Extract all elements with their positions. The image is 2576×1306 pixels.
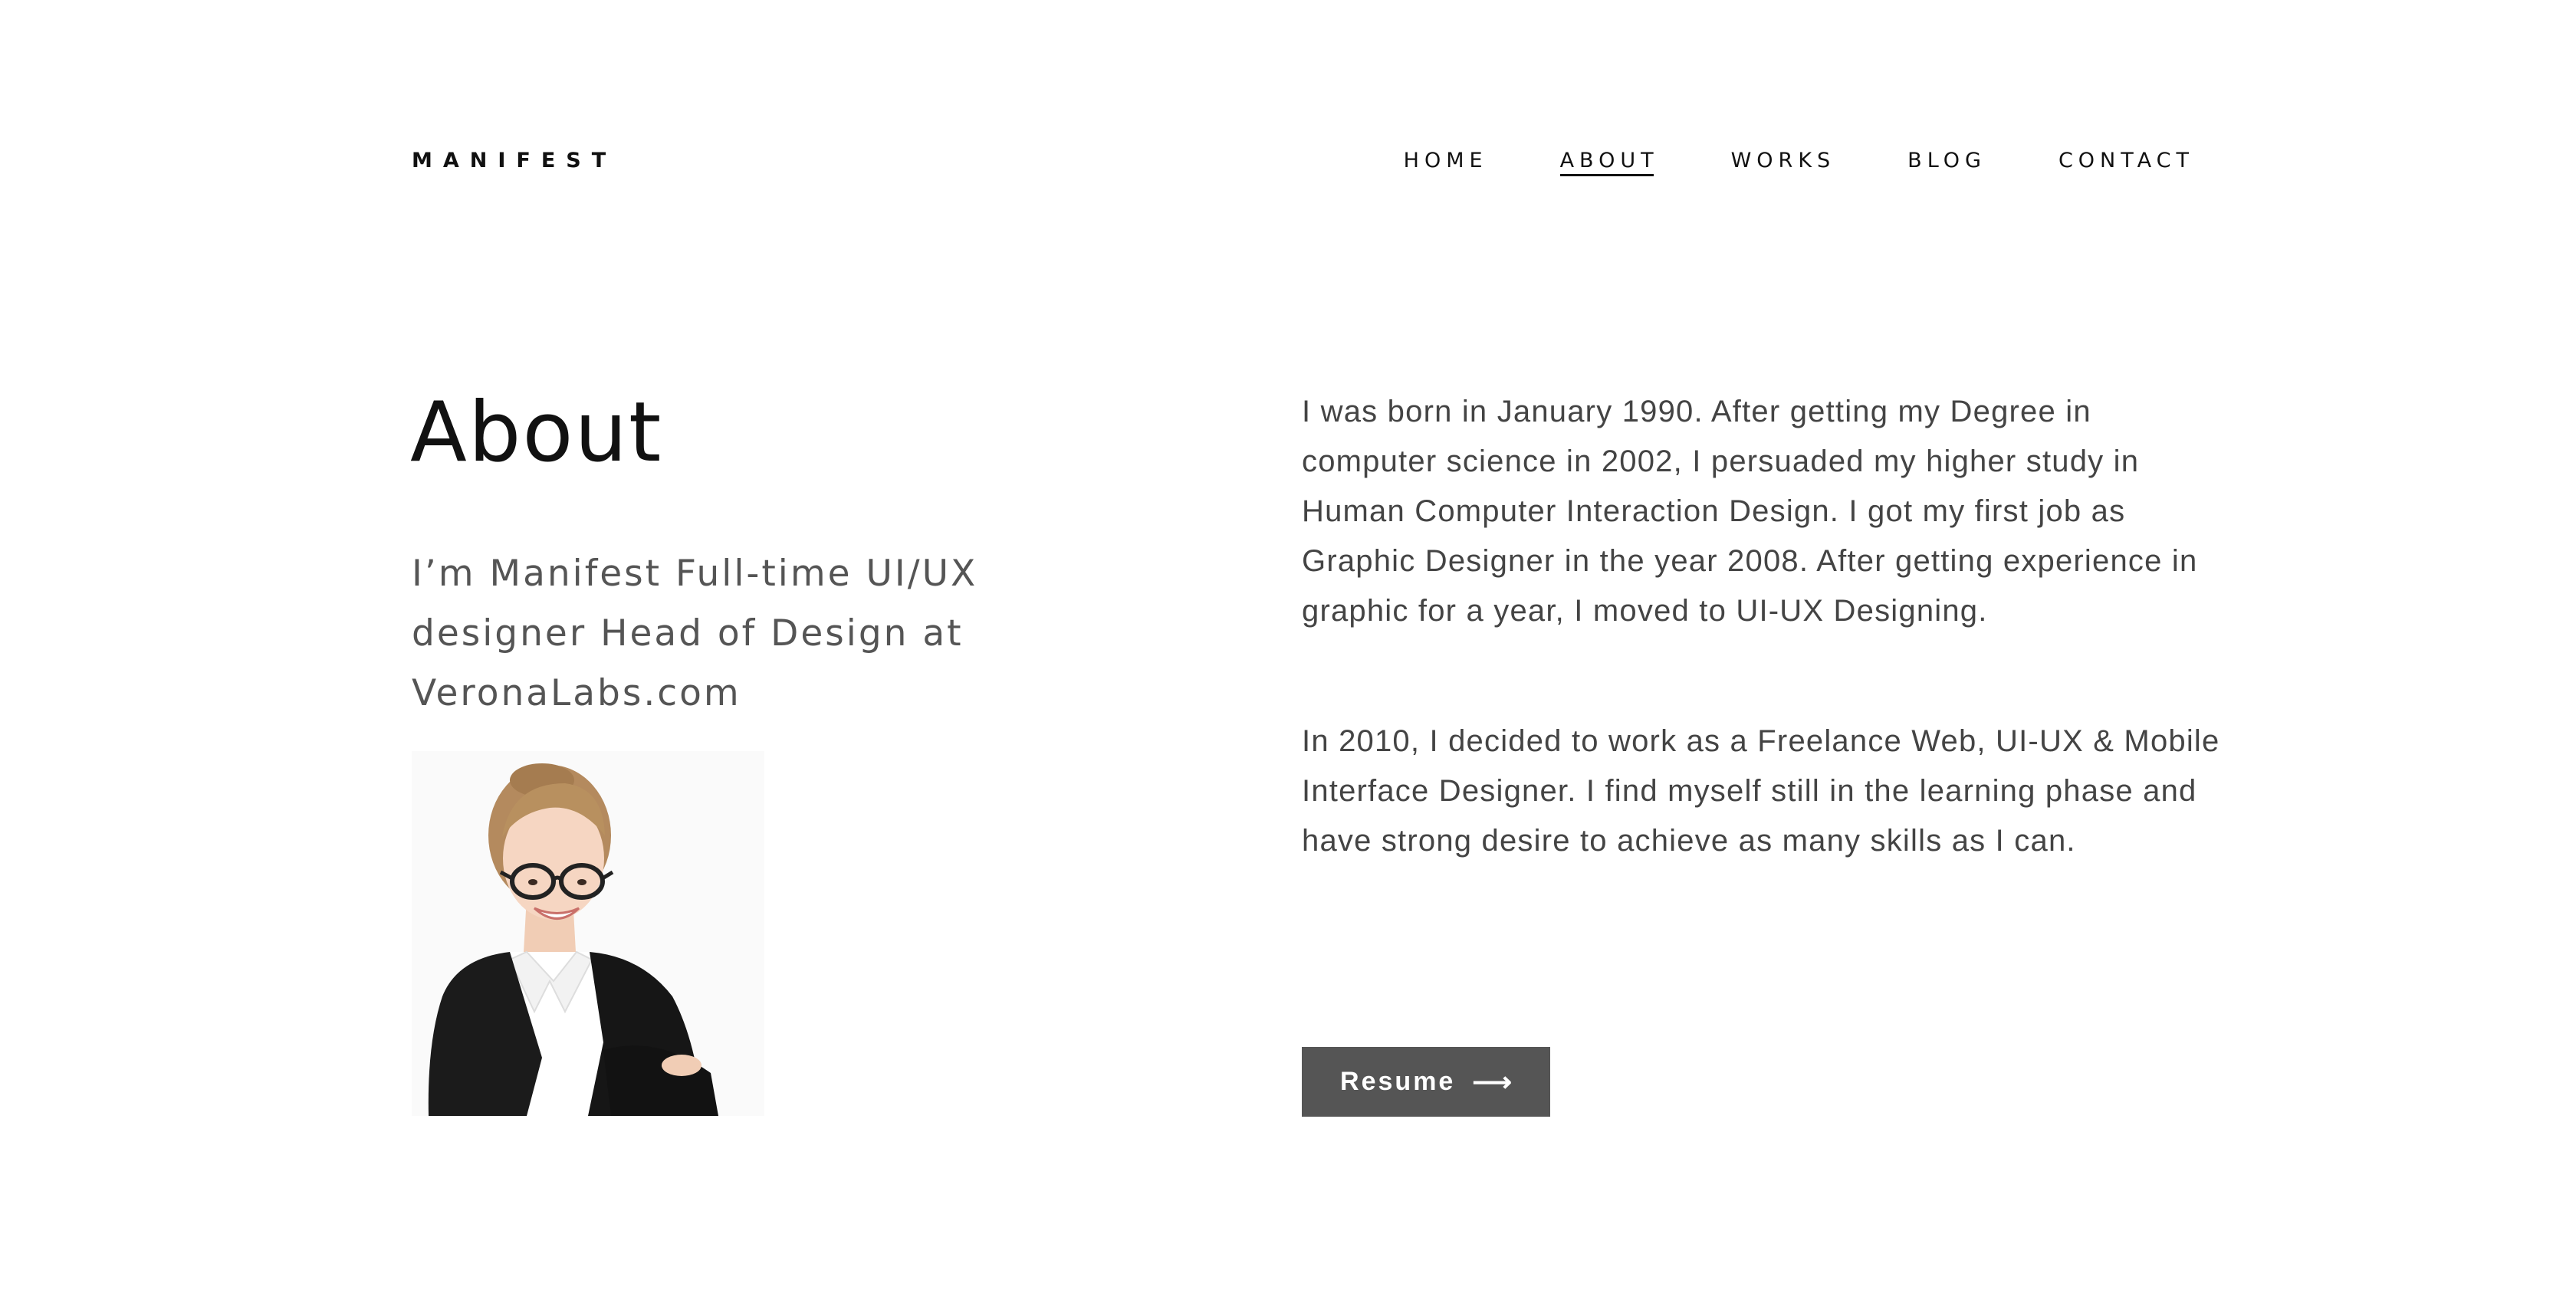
- resume-button[interactable]: Resume ⟶: [1302, 1047, 1550, 1117]
- nav-item-home[interactable]: HOME: [1404, 147, 1488, 175]
- nav-item-contact[interactable]: CONTACT: [2058, 147, 2194, 175]
- nav-item-about[interactable]: ABOUT: [1559, 147, 1659, 176]
- portrait-illustration: [412, 751, 764, 1116]
- nav-item-blog[interactable]: BLOG: [1907, 147, 1986, 175]
- main-nav: HOME ABOUT WORKS BLOG CONTACT: [1404, 147, 2189, 176]
- bio-paragraph: In 2010, I decided to work as a Freelanc…: [1302, 724, 2220, 858]
- arrow-right-icon: ⟶: [1472, 1065, 1512, 1098]
- page-title: About: [410, 385, 663, 481]
- bio-paragraph: I was born in January 1990. After gettin…: [1302, 395, 2198, 628]
- intro-subtitle: I’m Manifest Full-time UI/UX designer He…: [412, 553, 978, 714]
- nav-item-works[interactable]: WORKS: [1731, 147, 1836, 175]
- resume-button-label: Resume: [1340, 1067, 1456, 1096]
- portrait-photo: [412, 751, 764, 1116]
- site-logo[interactable]: MANIFEST: [412, 147, 616, 175]
